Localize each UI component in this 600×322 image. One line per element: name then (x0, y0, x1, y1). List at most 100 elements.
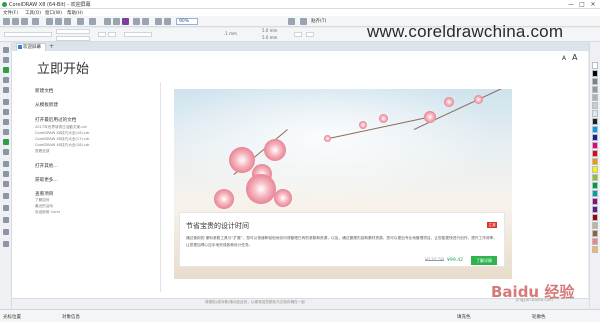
shape-tool-icon[interactable] (3, 57, 9, 63)
landscape-icon[interactable] (108, 32, 116, 37)
corel-connect-icon[interactable] (122, 18, 129, 25)
drop-shadow-icon[interactable] (3, 171, 9, 177)
recent-view-all-link[interactable]: 查看全部 (35, 149, 49, 154)
get-more-link[interactable]: 获取更多... (35, 177, 58, 183)
palette-swatch[interactable] (592, 134, 598, 141)
palette-swatch[interactable] (592, 102, 598, 109)
learn-more-button[interactable]: 了解详情 (471, 256, 497, 265)
undo-icon[interactable] (77, 18, 84, 25)
minimize-button[interactable]: — (566, 0, 576, 9)
artistic-media-icon[interactable] (3, 99, 9, 105)
palette-swatch[interactable] (592, 110, 598, 117)
publish-pdf-icon[interactable] (142, 18, 149, 25)
save-icon[interactable] (21, 18, 28, 25)
product-link[interactable]: 了解如何 (35, 198, 49, 203)
home-icon (18, 45, 22, 49)
all-pages-icon[interactable] (306, 32, 314, 37)
color-eyedropper-icon[interactable] (3, 193, 9, 199)
zoom-tool-icon[interactable] (3, 77, 9, 83)
search-content-icon[interactable] (104, 18, 111, 25)
cut-icon[interactable] (46, 18, 53, 25)
nudge-value[interactable]: .1 mm (224, 31, 237, 36)
zoom-field[interactable]: 90% (176, 18, 198, 25)
palette-swatch[interactable] (592, 86, 598, 93)
pick-tool-icon[interactable] (3, 47, 9, 53)
palette-swatch[interactable] (592, 182, 598, 189)
outline-color-label[interactable]: 轮廓色 (532, 314, 546, 320)
palette-swatch[interactable] (592, 214, 598, 221)
connector-tool-icon[interactable] (3, 161, 9, 167)
units-dropdown[interactable] (124, 32, 152, 37)
page-size-dropdown[interactable] (4, 32, 52, 37)
fill-color-label[interactable]: 填充色 (457, 314, 471, 320)
polygon-tool-icon[interactable] (3, 129, 9, 135)
palette-swatch[interactable] (592, 158, 598, 165)
palette-swatch[interactable] (592, 222, 598, 229)
palette-swatch[interactable] (592, 206, 598, 213)
snap-icon[interactable] (300, 18, 307, 25)
palette-swatch[interactable] (592, 166, 598, 173)
palette-swatch[interactable] (592, 94, 598, 101)
palette-swatch[interactable] (592, 190, 598, 197)
ellipse-tool-icon[interactable] (3, 119, 9, 125)
rectangle-tool-icon[interactable] (3, 109, 9, 115)
options-gear-icon[interactable] (288, 18, 295, 25)
palette-swatch[interactable] (592, 62, 598, 69)
palette-swatch[interactable] (592, 118, 598, 125)
cursor-position: 光标位置 (3, 315, 21, 320)
app-launcher-icon[interactable] (155, 18, 162, 25)
current-page-icon[interactable] (294, 32, 302, 37)
new-from-template-link[interactable]: 从模板新建 (35, 102, 58, 108)
width-field[interactable] (56, 29, 90, 34)
print-icon[interactable] (32, 18, 39, 25)
palette-swatch[interactable] (592, 78, 598, 85)
palette-swatch[interactable] (592, 230, 598, 237)
outline-pen-icon[interactable] (3, 229, 9, 235)
close-button[interactable]: ✕ (588, 0, 598, 9)
redo-icon[interactable] (89, 18, 96, 25)
open-icon[interactable] (12, 18, 19, 25)
parallel-dimension-icon[interactable] (3, 149, 9, 155)
promo-description: 通过使用的 便利参数工具与“扩展”，您可以快速和轻松地访问或管理已有的参数和资源… (186, 236, 498, 247)
open-other-link[interactable]: 打开其他... (35, 163, 58, 169)
palette-swatch[interactable] (592, 238, 598, 245)
palette-swatch[interactable] (592, 246, 598, 253)
palette-swatch[interactable] (592, 142, 598, 149)
palette-swatch[interactable] (592, 198, 598, 205)
palette-swatch[interactable] (592, 70, 598, 77)
crop-tool-icon[interactable] (3, 67, 9, 73)
recent-file-item[interactable]: CorelDRAW X8技巧大全(17).cdr (35, 137, 90, 142)
recent-file-item[interactable]: CorelDRAW X8技巧大全(18).cdr (35, 143, 90, 148)
add-tab-button[interactable]: + (48, 44, 55, 50)
interactive-fill-icon[interactable] (3, 205, 9, 211)
freehand-tool-icon[interactable] (3, 87, 9, 93)
palette-swatch[interactable] (592, 174, 598, 181)
recent-file-item[interactable]: 2017年世界读書日活動文案.cdr (35, 125, 87, 130)
export-icon[interactable] (133, 18, 140, 25)
recent-file-item[interactable]: CorelDRAW X8技巧大全(16).cdr (35, 131, 90, 136)
snap-to-label[interactable]: 贴齐(T) (311, 18, 326, 24)
new-document-link[interactable]: 新建文档 (35, 88, 53, 94)
product-link[interactable]: 最近的活动 (35, 204, 53, 209)
text-tool-icon[interactable] (3, 139, 9, 145)
full-screen-icon[interactable] (164, 18, 171, 25)
new-icon[interactable] (3, 18, 10, 25)
palette-swatch[interactable] (592, 150, 598, 157)
baidu-watermark-url: jingyan.baidu.com (516, 297, 553, 302)
copy-icon[interactable] (55, 18, 62, 25)
tab-welcome-screen[interactable]: 欢迎屏幕 (16, 43, 46, 51)
transparency-icon[interactable] (3, 181, 9, 187)
maximize-button[interactable]: □ (577, 0, 587, 9)
add-tool-icon[interactable] (3, 241, 9, 247)
increase-font-button[interactable]: A (572, 53, 577, 62)
import-icon[interactable] (113, 18, 120, 25)
portrait-icon[interactable] (98, 32, 106, 37)
product-link[interactable]: 欢迎使用 Corel (35, 210, 60, 215)
dup-distance-y[interactable]: 5.0 mm (262, 35, 277, 40)
decrease-font-button[interactable]: A (562, 55, 566, 62)
height-field[interactable] (56, 36, 90, 41)
palette-swatch[interactable] (592, 126, 598, 133)
dup-distance-x[interactable]: 5.0 mm (262, 28, 277, 33)
paste-icon[interactable] (64, 18, 71, 25)
smart-fill-icon[interactable] (3, 217, 9, 223)
